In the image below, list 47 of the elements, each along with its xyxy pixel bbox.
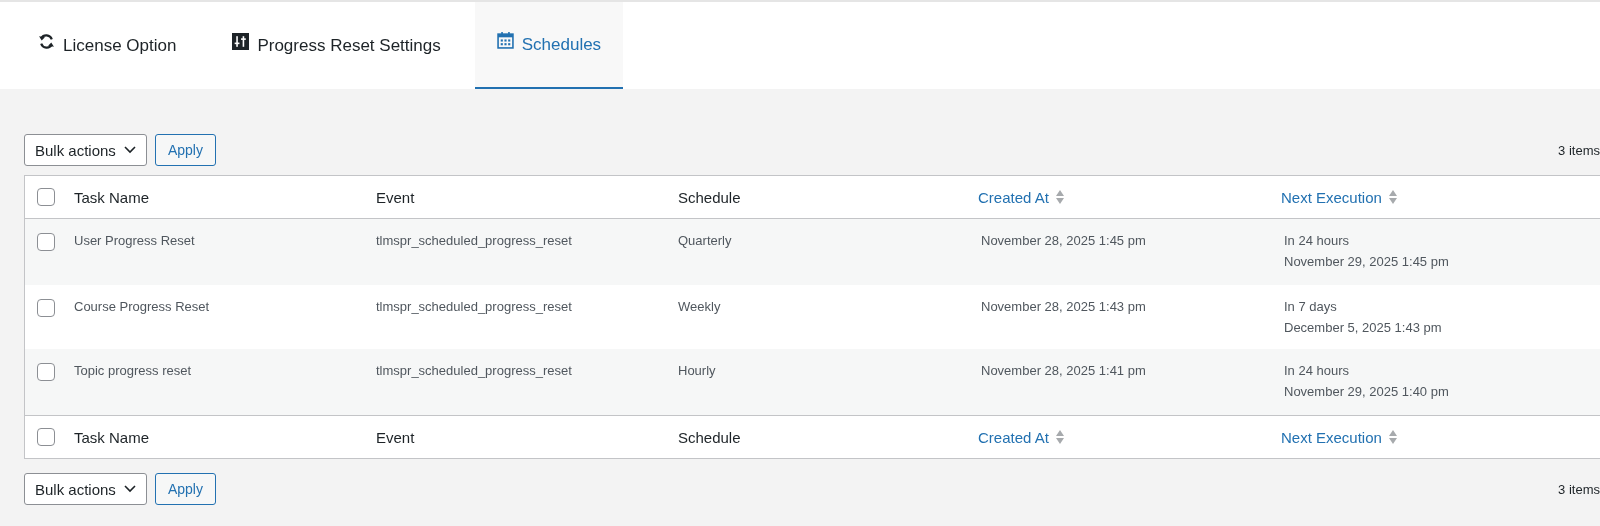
- caret-icon: [123, 485, 136, 493]
- apply-button[interactable]: Apply: [154, 473, 216, 505]
- table-cell: Weekly: [678, 299, 721, 314]
- table-cell: November 28, 2025 1:43 pm: [981, 299, 1146, 314]
- column-header-link[interactable]: Next Execution: [1281, 188, 1382, 206]
- table-cell: In 7 days: [1284, 299, 1337, 314]
- refresh-icon: [38, 33, 55, 50]
- table-cell: Hourly: [678, 363, 716, 378]
- checkbox[interactable]: [37, 188, 55, 206]
- calendar-icon: [496, 32, 514, 49]
- apply-button[interactable]: Apply: [154, 134, 216, 166]
- table-cell: November 28, 2025 1:41 pm: [981, 363, 1146, 378]
- checkbox[interactable]: [37, 233, 55, 251]
- column-header: Event: [376, 428, 415, 446]
- sliders-icon: [232, 33, 250, 50]
- item-count: 3 items: [1558, 481, 1600, 497]
- table-cell: User Progress Reset: [74, 233, 195, 248]
- column-header: Task Name: [74, 428, 150, 446]
- checkbox[interactable]: [37, 363, 55, 381]
- table-cell: Course Progress Reset: [74, 299, 210, 314]
- table-cell: In 24 hours: [1284, 233, 1350, 248]
- column-header: Event: [376, 188, 415, 206]
- table-cell: In 24 hours: [1284, 363, 1350, 378]
- checkbox[interactable]: [37, 428, 55, 446]
- checkbox[interactable]: [37, 299, 55, 317]
- item-count: 3 items: [1558, 142, 1600, 158]
- column-header-link[interactable]: Created At: [978, 188, 1049, 206]
- column-header: Schedule: [678, 428, 741, 446]
- table-cell: November 29, 2025 1:45 pm: [1284, 254, 1449, 269]
- column-header-link[interactable]: Next Execution: [1281, 428, 1382, 446]
- table-cell: tlmspr_scheduled_progress_reset: [376, 233, 572, 248]
- caret-icon: [123, 146, 136, 154]
- table-cell: November 29, 2025 1:40 pm: [1284, 384, 1449, 399]
- table-cell: Topic progress reset: [74, 363, 192, 378]
- tab[interactable]: License Option: [16, 2, 199, 89]
- column-header-link[interactable]: Created At: [978, 428, 1049, 446]
- table-cell: December 5, 2025 1:43 pm: [1284, 320, 1442, 335]
- table-cell: tlmspr_scheduled_progress_reset: [376, 363, 572, 378]
- column-header: Task Name: [74, 188, 150, 206]
- table-cell: tlmspr_scheduled_progress_reset: [376, 299, 572, 314]
- tab[interactable]: Schedules: [474, 2, 624, 89]
- table-cell: November 28, 2025 1:45 pm: [981, 233, 1146, 248]
- bulk-actions-dropdown[interactable]: Bulk actions: [24, 473, 147, 505]
- bulk-actions-dropdown[interactable]: Bulk actions: [24, 134, 147, 166]
- column-header: Schedule: [678, 188, 741, 206]
- table-cell: Quarterly: [678, 233, 732, 248]
- tab[interactable]: Progress Reset Settings: [210, 2, 463, 89]
